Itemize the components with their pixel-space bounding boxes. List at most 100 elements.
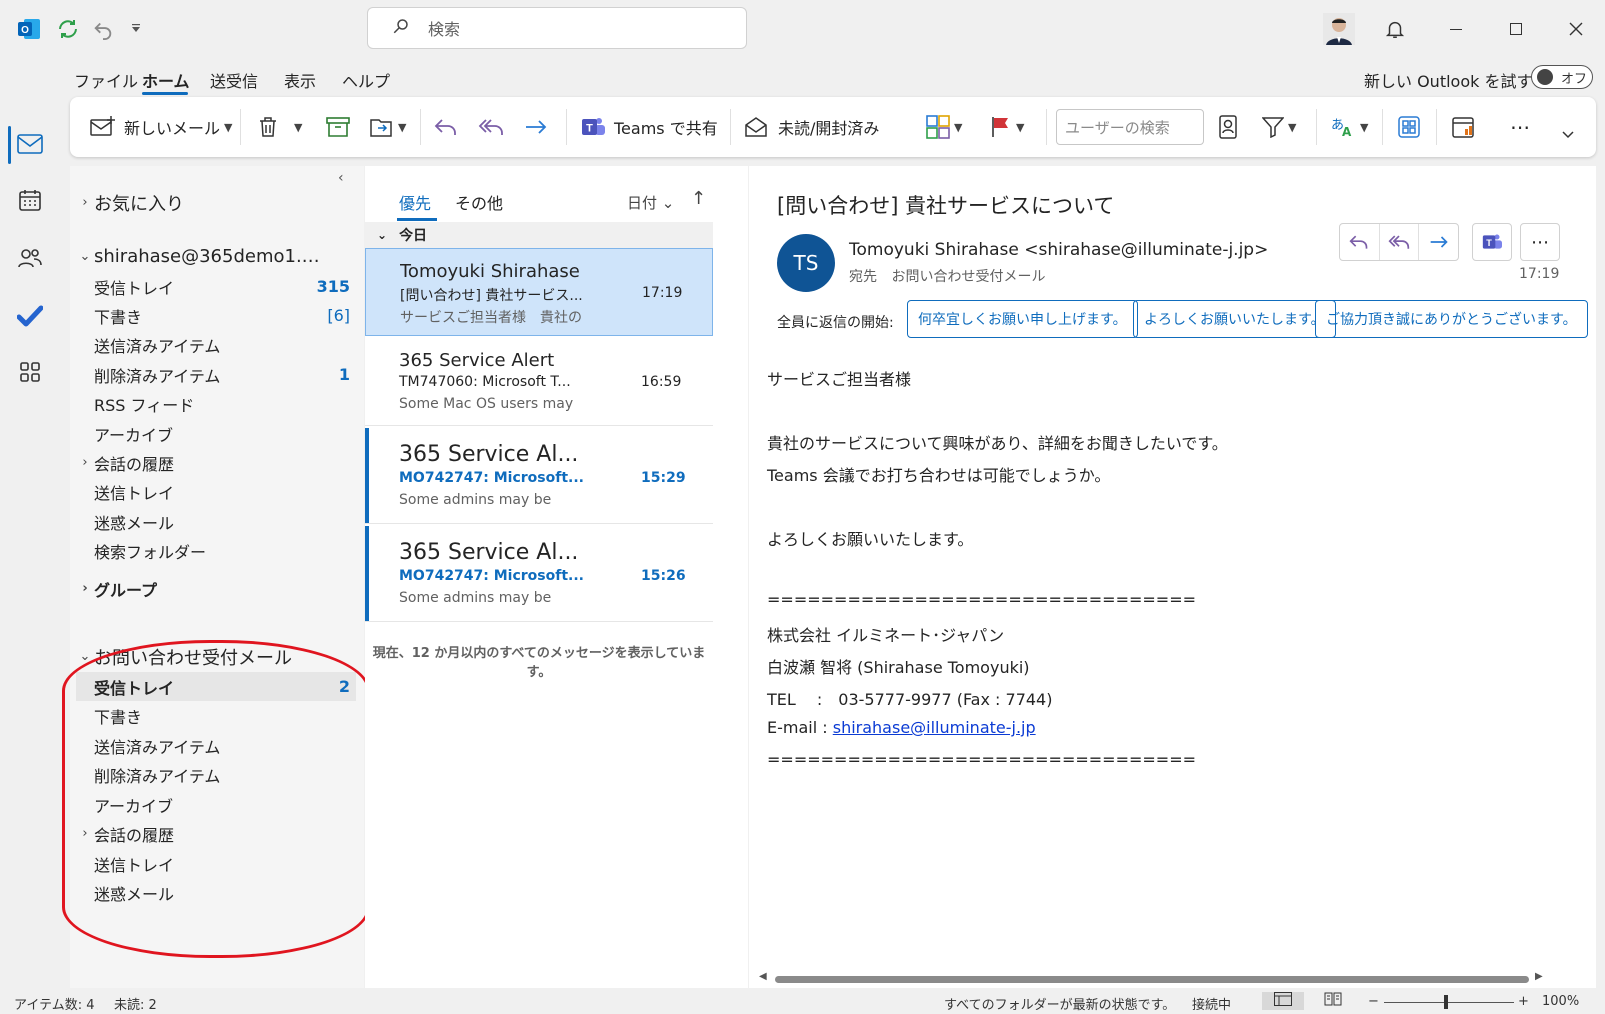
menu-home[interactable]: ホーム [142, 68, 190, 92]
reply-all-button[interactable] [478, 97, 504, 157]
user-search-input[interactable]: ユーザーの検索 [1056, 109, 1204, 145]
tab-other[interactable]: その他 [455, 190, 503, 214]
zoom-out-button[interactable]: − [1368, 994, 1379, 1009]
folder-shared-mailbox[interactable]: ⌄ お問い合わせ受付メール [76, 642, 356, 671]
folder-groups[interactable]: › グループ [76, 574, 356, 603]
horizontal-scrollbar[interactable]: ◀ ▶ [759, 971, 1545, 984]
folder-account[interactable]: ⌄ shirahase@365demo1.… [76, 242, 356, 271]
message-item[interactable]: 365 Service Alert TM747060: Microsoft T.… [365, 338, 713, 426]
shared-folder-archive[interactable]: アーカイブ [76, 790, 356, 819]
svg-text:T: T [586, 123, 593, 135]
shared-folder-drafts[interactable]: 下書き [76, 701, 356, 730]
todo-check-icon[interactable] [12, 298, 48, 334]
zoom-slider[interactable] [1384, 1002, 1514, 1003]
more-actions-button[interactable]: ⋯ [1520, 223, 1560, 261]
quick-reply-button[interactable]: よろしくお願いいたします。 [1133, 300, 1336, 338]
flag-button[interactable]: ▼ [990, 97, 1024, 157]
menu-help[interactable]: ヘルプ [342, 68, 390, 92]
folder-deleted[interactable]: 削除済みアイテム 1 [76, 360, 356, 389]
scroll-right-icon[interactable]: ▶ [1535, 971, 1543, 982]
folder-favorites[interactable]: › お気に入り [76, 188, 356, 217]
close-button[interactable] [1556, 14, 1596, 44]
toggle-label: オフ [1561, 71, 1588, 87]
normal-view-button[interactable] [1262, 992, 1304, 1010]
sender-avatar[interactable]: TS [777, 234, 835, 292]
new-mail-button[interactable]: 新しいメール ▼ [90, 97, 232, 157]
apps-button[interactable] [1398, 97, 1420, 157]
forward-button[interactable] [524, 97, 548, 157]
folder-archive[interactable]: アーカイブ [76, 419, 356, 448]
apps-icon[interactable] [12, 354, 48, 390]
tab-focused[interactable]: 優先 [399, 190, 431, 214]
zoom-level[interactable]: 100% [1542, 994, 1579, 1009]
folder-conversation-history[interactable]: › 会話の履歴 [76, 448, 356, 477]
reply-all-button[interactable] [1380, 224, 1420, 260]
recipient-name[interactable]: お問い合わせ受付メール [891, 269, 1045, 285]
shared-folder-junk[interactable]: 迷惑メール [76, 878, 356, 907]
forward-button[interactable] [1419, 224, 1458, 260]
archive-button[interactable] [326, 97, 350, 157]
teams-chat-button[interactable]: T [1472, 223, 1512, 261]
quick-reply-button[interactable]: 何卒宜しくお願い申し上げます。 [907, 300, 1138, 338]
notifications-bell-icon[interactable] [1384, 16, 1406, 42]
reading-view-button[interactable] [1324, 992, 1342, 1010]
folder-outbox[interactable]: 送信トレイ [76, 477, 356, 506]
chevron-down-icon: ▼ [294, 120, 303, 134]
filter-button[interactable]: ▼ [1262, 97, 1296, 157]
more-options-button[interactable]: ⋯ [1510, 97, 1531, 157]
folder-label: 検索フォルダー [94, 542, 207, 562]
zoom-in-button[interactable]: + [1518, 994, 1529, 1009]
reply-button[interactable] [1340, 224, 1380, 260]
shared-folder-outbox[interactable]: 送信トレイ [76, 849, 356, 878]
sync-icon[interactable] [56, 16, 80, 42]
try-new-outlook-toggle[interactable]: オフ [1531, 65, 1593, 89]
search-box[interactable]: 検索 [367, 7, 747, 49]
collapse-pane-icon[interactable]: ‹ [338, 170, 344, 186]
message-item[interactable]: Tomoyuki Shirahase [問い合わせ] 貴社サービス... サービ… [365, 248, 713, 336]
translate-button[interactable]: あA ▼ [1330, 97, 1368, 157]
calendar-icon[interactable] [12, 182, 48, 218]
scrollbar-thumb[interactable] [775, 976, 1529, 983]
people-icon[interactable] [12, 240, 48, 276]
message-item-unread[interactable]: 365 Service Al... MO742747: Microsoft...… [365, 526, 713, 622]
mail-icon[interactable] [12, 126, 48, 162]
group-header-today[interactable]: ⌄ 今日 [365, 222, 713, 248]
address-book-button[interactable] [1218, 97, 1238, 157]
folder-search-folders[interactable]: 検索フォルダー [76, 536, 356, 565]
read-unread-button[interactable]: 未読/開封済み [744, 97, 879, 157]
user-avatar[interactable] [1323, 12, 1355, 46]
sort-direction-icon[interactable]: ↑ [691, 188, 706, 209]
move-button[interactable]: ▼ [370, 97, 406, 157]
quick-reply-button[interactable]: ご協力頂き誠にありがとうございます。 [1315, 300, 1588, 338]
ribbon-expand-button[interactable] [1562, 105, 1574, 165]
menu-send-receive[interactable]: 送受信 [210, 68, 258, 92]
customize-quick-access-icon[interactable] [130, 16, 142, 42]
folder-junk[interactable]: 迷惑メール [76, 507, 356, 536]
scroll-left-icon[interactable]: ◀ [759, 971, 767, 982]
message-item-unread[interactable]: 365 Service Al... MO742747: Microsoft...… [365, 428, 713, 524]
minimize-button[interactable] [1436, 14, 1476, 44]
reply-button[interactable] [434, 97, 458, 157]
folder-drafts[interactable]: 下書き [6] [76, 301, 356, 330]
shared-folder-conversation-history[interactable]: › 会話の履歴 [76, 819, 356, 848]
zoom-slider-thumb[interactable] [1444, 995, 1448, 1009]
undo-icon[interactable] [92, 16, 114, 42]
delete-button[interactable]: ▼ [258, 97, 302, 157]
folder-inbox[interactable]: 受信トレイ 315 [76, 272, 356, 301]
folder-sent[interactable]: 送信済みアイテム [76, 330, 356, 359]
folder-rss[interactable]: RSS フィード [76, 389, 356, 418]
teams-share-button[interactable]: T Teams で共有 [580, 97, 718, 157]
menu-file[interactable]: ファイル [74, 68, 138, 92]
categorize-button[interactable]: ▼ [926, 97, 962, 157]
shared-folder-deleted[interactable]: 削除済みアイテム [76, 760, 356, 789]
menu-view[interactable]: 表示 [284, 68, 316, 92]
email-link[interactable]: shirahase@illuminate-j.jp [833, 718, 1036, 737]
insights-button[interactable] [1452, 97, 1476, 157]
maximize-button[interactable] [1496, 14, 1536, 44]
sender-address[interactable]: Tomoyuki Shirahase <shirahase@illuminate… [849, 240, 1268, 260]
sort-by-date-button[interactable]: 日付 ⌄ [627, 192, 674, 213]
message-subject-heading: [問い合わせ] 貴社サービスについて [777, 194, 1115, 218]
shared-folder-inbox[interactable]: 受信トレイ 2 [76, 672, 356, 701]
forward-icon [526, 120, 547, 134]
shared-folder-sent[interactable]: 送信済みアイテム [76, 731, 356, 760]
